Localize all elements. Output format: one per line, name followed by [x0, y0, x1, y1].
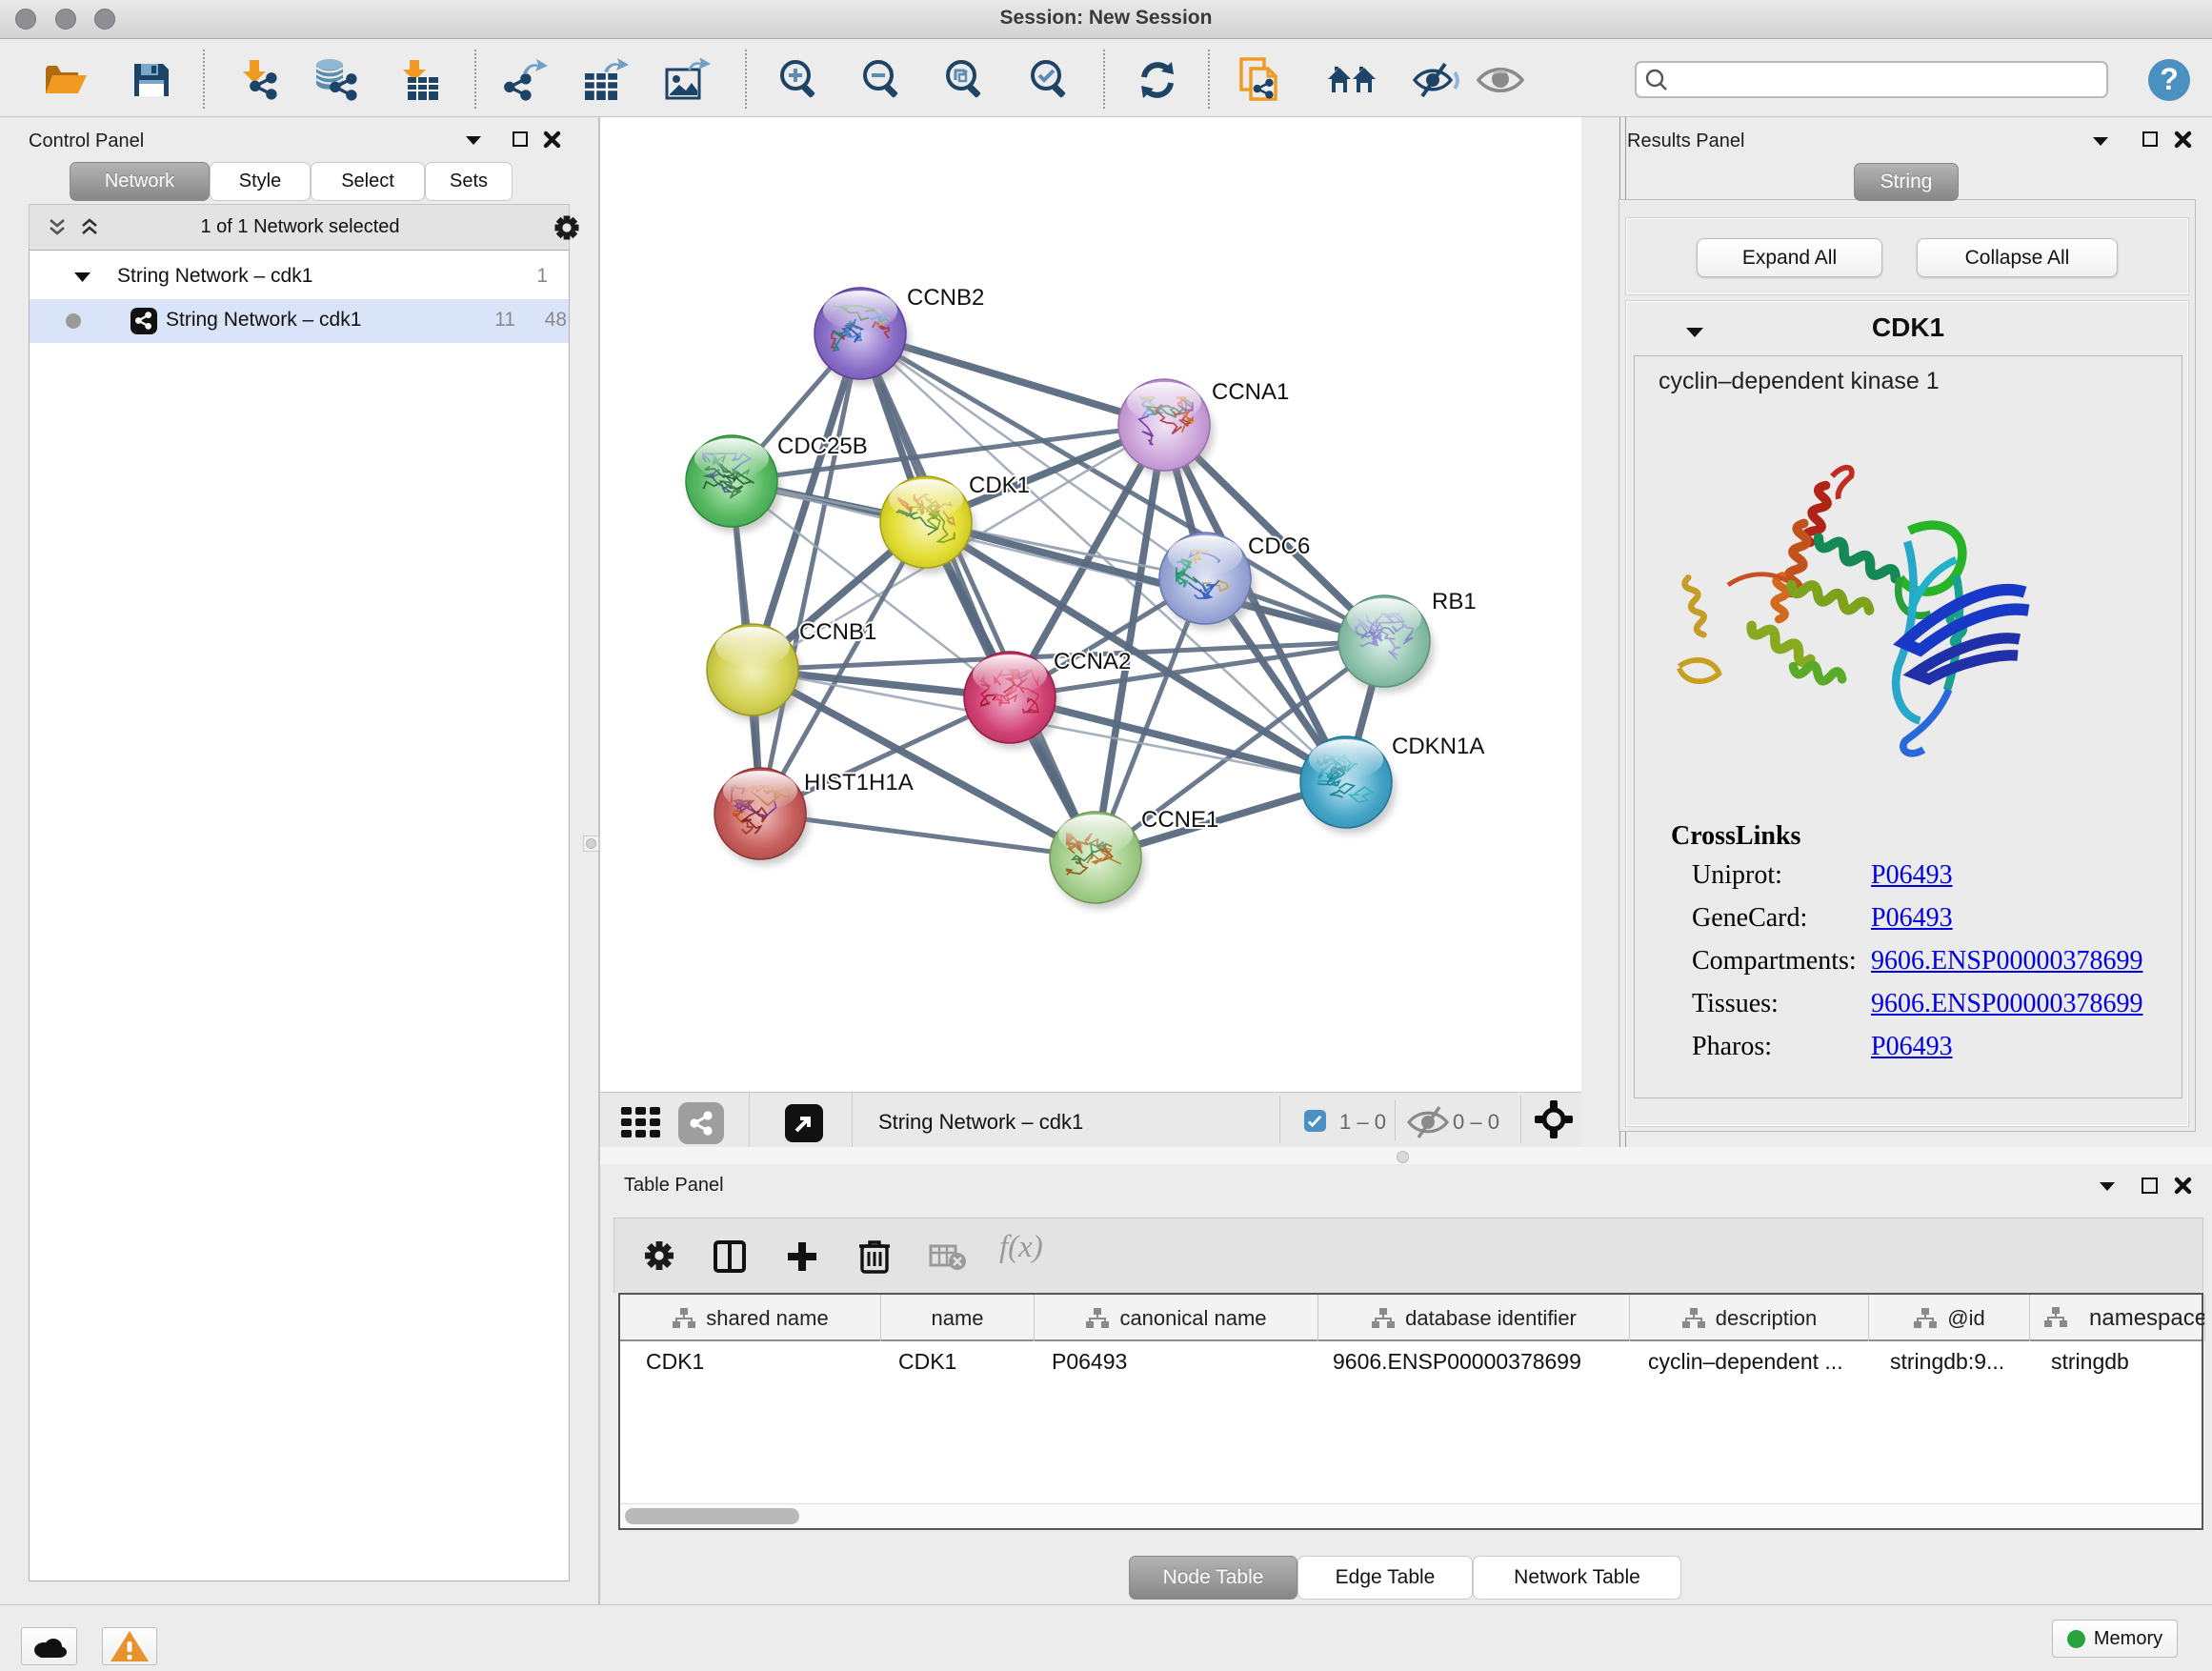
svg-text:CDK1: CDK1: [969, 473, 1030, 498]
svg-text:CCNA1: CCNA1: [1212, 379, 1289, 405]
svg-text:CCNA2: CCNA2: [1054, 649, 1131, 674]
svg-text:CDKN1A: CDKN1A: [1392, 734, 1484, 759]
svg-text:CCNE1: CCNE1: [1141, 807, 1218, 833]
svg-text:HIST1H1A: HIST1H1A: [804, 770, 914, 795]
svg-text:CCNB1: CCNB1: [799, 619, 876, 645]
svg-text:RB1: RB1: [1432, 589, 1477, 614]
svg-text:CDC25B: CDC25B: [777, 433, 868, 459]
svg-text:CDC6: CDC6: [1248, 534, 1310, 559]
svg-text:?: ?: [2160, 62, 2179, 96]
svg-text:CCNB2: CCNB2: [907, 285, 984, 311]
